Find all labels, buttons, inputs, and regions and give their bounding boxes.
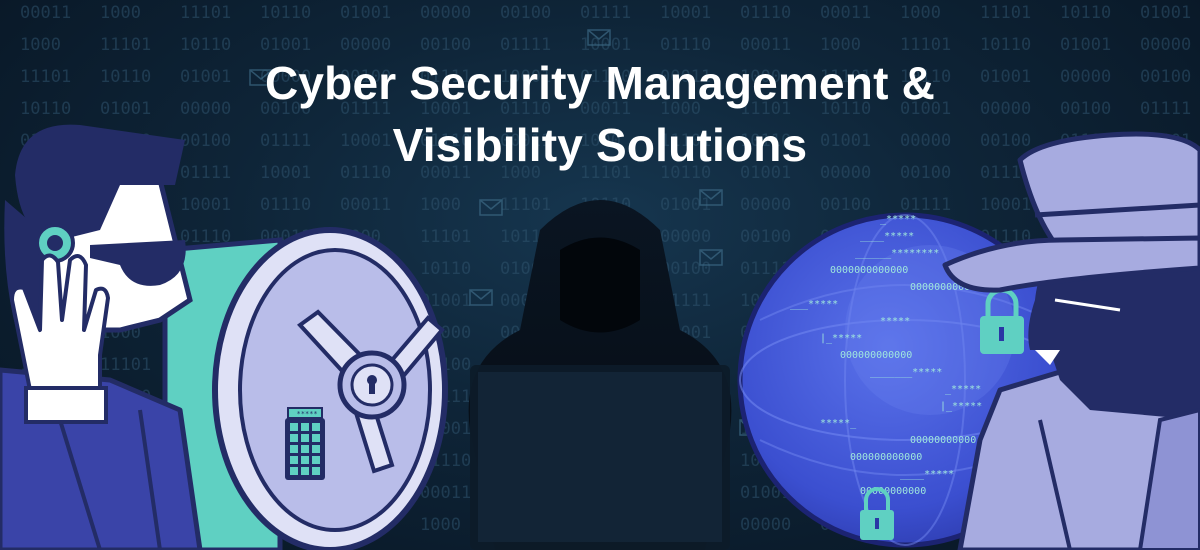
binary-text: 00011 bbox=[820, 3, 871, 23]
vault-safe: _***** bbox=[162, 227, 448, 550]
globe-code-line: |_***** bbox=[820, 333, 862, 344]
title-line-2: Visibility Solutions bbox=[392, 119, 808, 171]
globe-code-line: |_***** bbox=[940, 401, 982, 412]
binary-text: 00000 bbox=[740, 195, 791, 215]
globe-code-line: 0000000000000 bbox=[830, 265, 908, 276]
safe-display: _***** bbox=[292, 410, 317, 418]
title-line-1: Cyber Security Management & bbox=[264, 57, 936, 109]
keypad-key bbox=[301, 456, 309, 464]
binary-text: 01001 bbox=[340, 3, 391, 23]
binary-text: 11101 bbox=[420, 227, 471, 247]
binary-text: 1000 bbox=[420, 195, 461, 215]
keypad-key bbox=[312, 434, 320, 442]
globe-code-line: ***** bbox=[880, 316, 910, 327]
keypad-key bbox=[290, 467, 298, 475]
binary-text: 00100 bbox=[820, 195, 871, 215]
globe-code-line: ___***** bbox=[790, 299, 838, 310]
keypad-key bbox=[312, 467, 320, 475]
binary-text: 01111 bbox=[900, 195, 951, 215]
globe-code-line: _***** bbox=[880, 214, 916, 225]
binary-text: 1000 bbox=[900, 3, 941, 23]
globe-code-line: ______******** bbox=[855, 248, 939, 259]
keypad-key bbox=[301, 467, 309, 475]
binary-text: 01110 bbox=[260, 195, 311, 215]
globe-code-line: 000000000000 bbox=[840, 350, 912, 361]
globe-code-line: *****_ bbox=[820, 418, 857, 429]
globe-code-line: _______***** bbox=[870, 367, 942, 378]
binary-text: 00000 bbox=[740, 515, 791, 535]
binary-text: 10001 bbox=[180, 195, 231, 215]
keypad-key bbox=[301, 445, 309, 453]
page-title: Cyber Security Management & Visibility S… bbox=[0, 52, 1200, 176]
binary-text: 00011 bbox=[20, 3, 71, 23]
binary-text: 00011 bbox=[340, 195, 391, 215]
globe-code-line: ____***** bbox=[860, 231, 914, 242]
globe-code-line: 00000000000 bbox=[910, 435, 976, 446]
binary-text: 00000 bbox=[660, 227, 711, 247]
hero-banner: 00011 1000 11101 10110 01001 00000 00100 01111 1… bbox=[0, 0, 1200, 550]
binary-text: 01110 bbox=[740, 3, 791, 23]
binary-text: 10001 bbox=[980, 195, 1031, 215]
binary-text: 00100 bbox=[740, 227, 791, 247]
binary-text: 11101 bbox=[100, 355, 151, 375]
binary-text: 11101 bbox=[500, 195, 551, 215]
binary-text: 11101 bbox=[180, 3, 231, 23]
keypad-key bbox=[290, 456, 298, 464]
binary-text: 10001 bbox=[660, 3, 711, 23]
keypad-keys bbox=[290, 423, 320, 475]
keypad-key bbox=[290, 445, 298, 453]
binary-text: 00011 bbox=[420, 483, 471, 503]
keypad-key bbox=[301, 434, 309, 442]
keypad-key bbox=[312, 445, 320, 453]
binary-text: 00100 bbox=[500, 3, 551, 23]
globe-code-line: _***** bbox=[945, 384, 981, 395]
keypad-key bbox=[312, 456, 320, 464]
keypad-key bbox=[301, 423, 309, 431]
binary-text: 10110 bbox=[260, 3, 311, 23]
binary-text: 10110 bbox=[420, 259, 471, 279]
binary-text: 01111 bbox=[580, 3, 631, 23]
binary-text: 01001 bbox=[1140, 3, 1191, 23]
binary-text: 11101 bbox=[980, 3, 1031, 23]
keypad-key bbox=[290, 423, 298, 431]
hooded-hacker bbox=[468, 200, 732, 550]
binary-text: 1000 bbox=[100, 3, 141, 23]
binary-text: 10110 bbox=[1060, 3, 1111, 23]
binary-text: 1000 bbox=[420, 515, 461, 535]
globe-code-line: ____***** bbox=[900, 469, 954, 480]
keypad-key bbox=[312, 423, 320, 431]
globe-code-line: 000000000000 bbox=[850, 452, 922, 463]
binary-text: 00000 bbox=[420, 3, 471, 23]
keypad-key bbox=[290, 434, 298, 442]
